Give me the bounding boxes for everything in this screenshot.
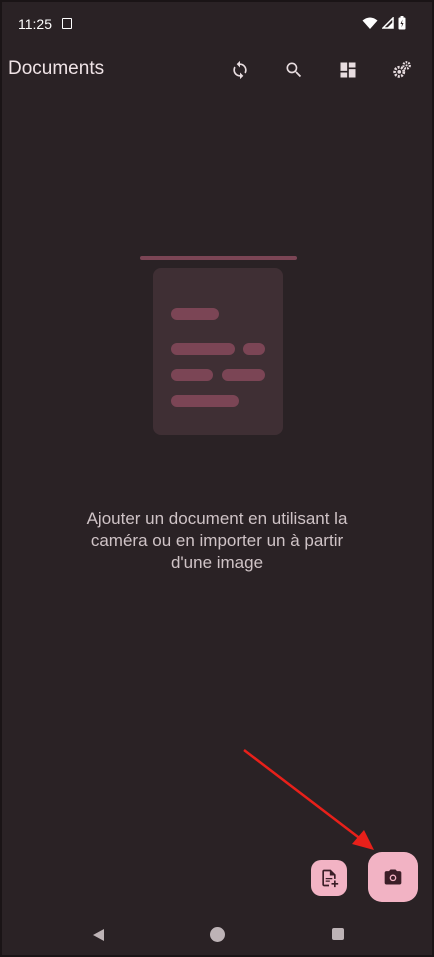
sync-icon <box>233 60 247 80</box>
screen: 11:25 Documents Ajouter un document en u… <box>0 0 434 957</box>
home-icon[interactable] <box>210 927 225 942</box>
empty-state-message: Ajouter un document en utilisant la camé… <box>86 509 348 572</box>
wifi-icon <box>362 17 378 29</box>
status-time: 11:25 <box>18 16 52 32</box>
search-button[interactable] <box>278 54 310 86</box>
empty-document-illustration <box>140 256 297 435</box>
annotation-arrow <box>243 749 374 850</box>
battery-icon <box>398 16 406 30</box>
app-actions <box>224 54 418 86</box>
signal-icon <box>382 17 394 29</box>
status-bar: 11:25 <box>2 2 432 46</box>
settings-icon <box>393 61 411 78</box>
search-icon <box>286 62 302 78</box>
camera-button[interactable] <box>368 852 418 902</box>
layout-button[interactable] <box>332 54 364 86</box>
document-add-icon <box>322 869 339 888</box>
sync-button[interactable] <box>224 54 256 86</box>
camera-icon <box>384 869 402 885</box>
navigation-bar <box>2 914 432 956</box>
app-bar: Documents <box>2 46 432 92</box>
settings-button[interactable] <box>386 54 418 86</box>
page-title: Documents <box>8 58 105 79</box>
import-document-button[interactable] <box>311 860 347 896</box>
status-icons <box>362 16 406 30</box>
back-icon[interactable] <box>91 928 105 942</box>
layout-icon <box>340 62 356 78</box>
recents-icon[interactable] <box>332 928 344 940</box>
note-icon <box>62 18 72 29</box>
